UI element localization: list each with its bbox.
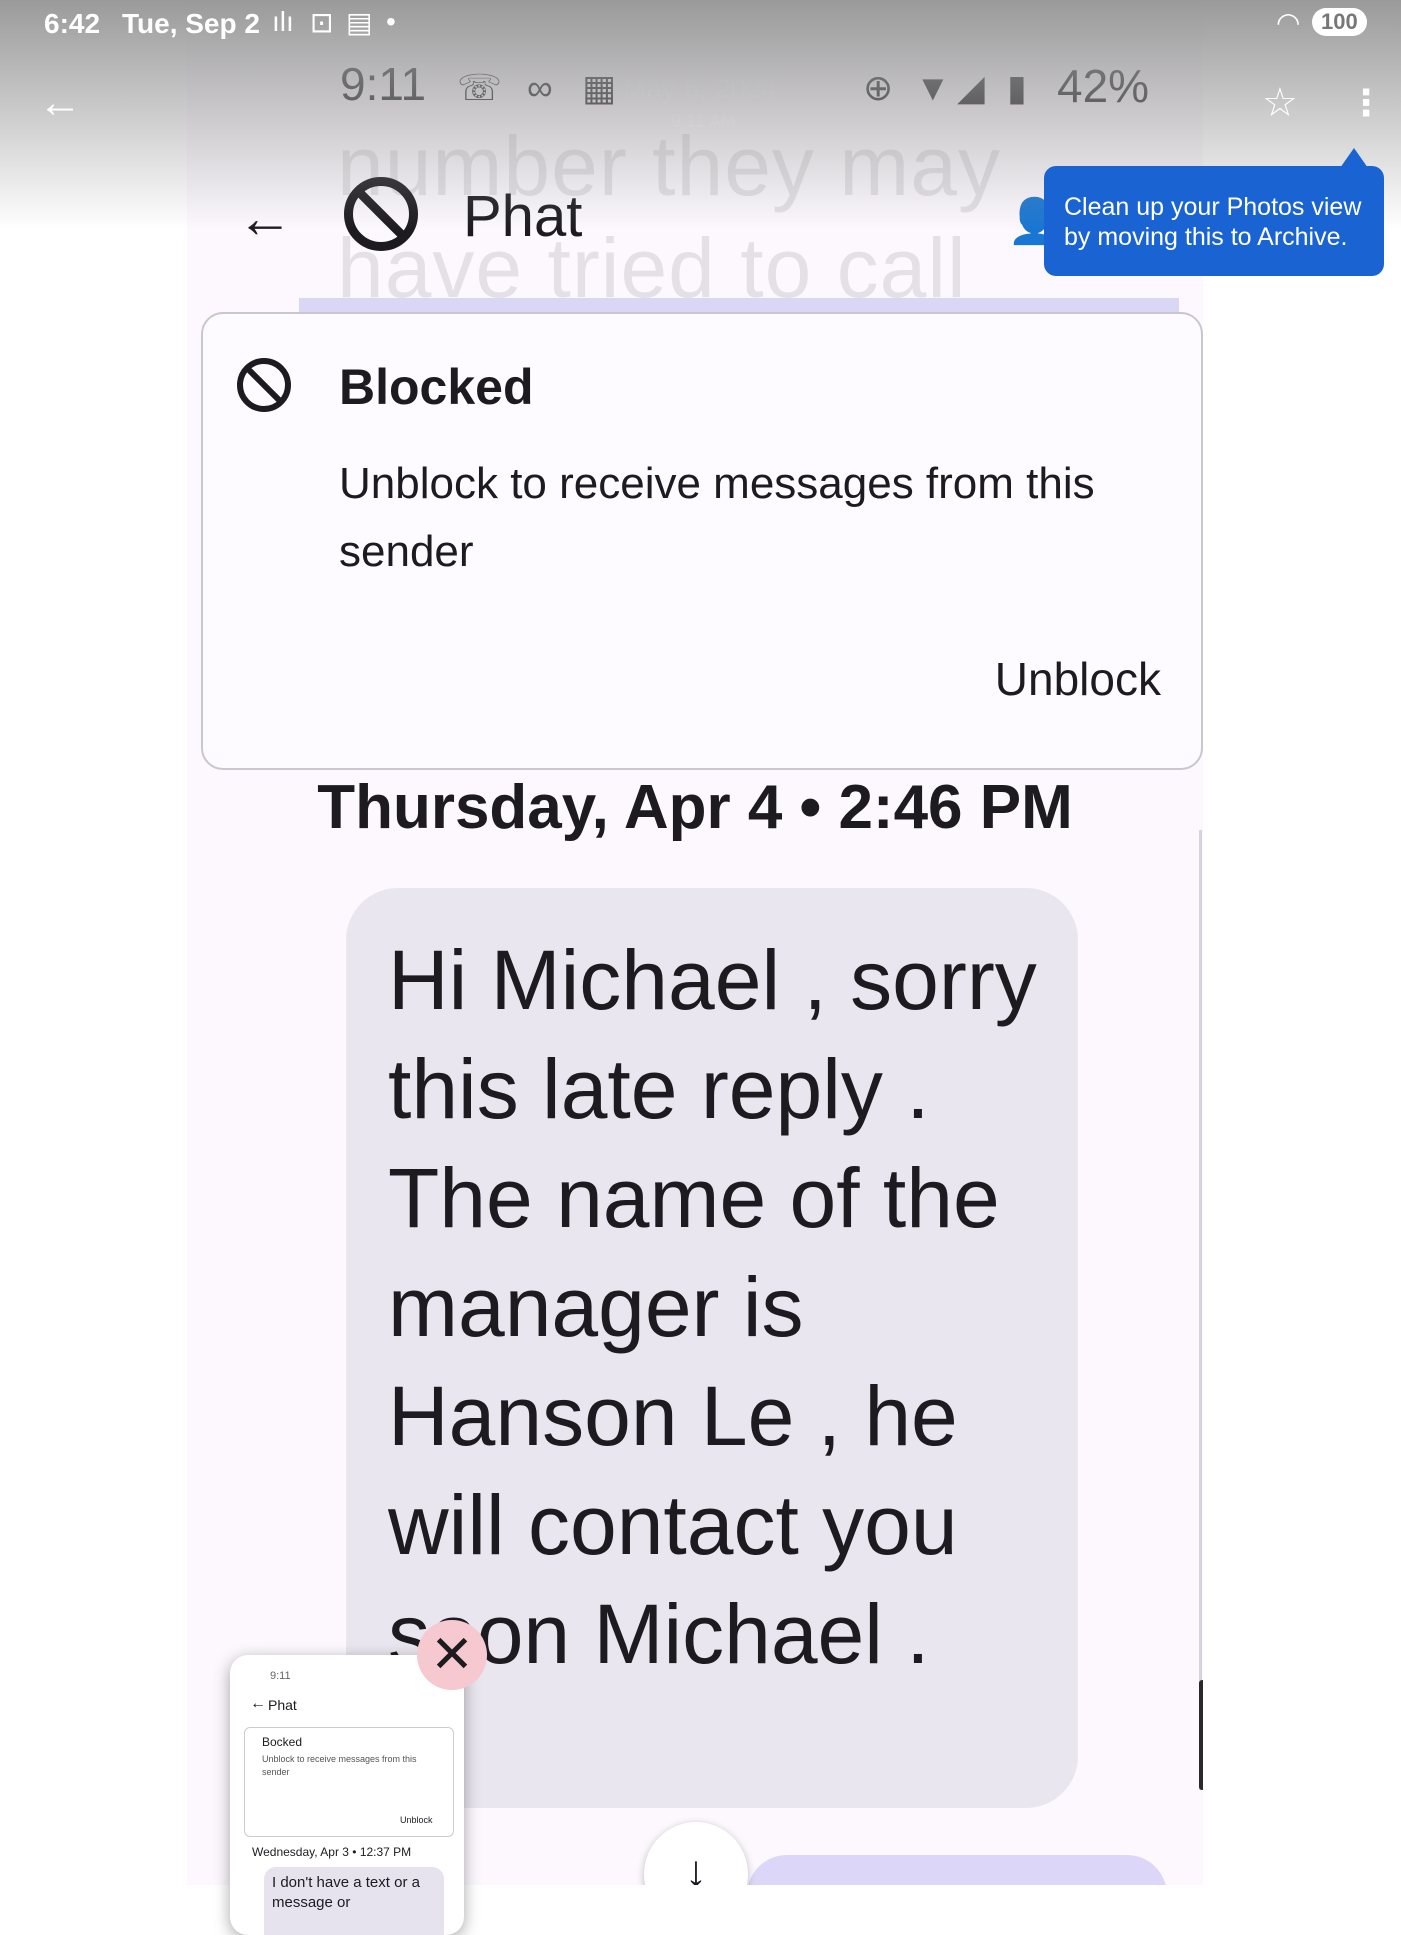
outer-status-date: Tue, Sep 2 [122,8,260,39]
scrollbar-track[interactable] [1199,830,1202,1790]
image-icon: ▦ [582,67,617,108]
outer-status-bar: 6:42 Tue, Sep 2 ılı ⊡ ▤ • ◠ 100 [0,0,1401,52]
scroll-to-bottom-button[interactable]: ↓ [644,1822,748,1885]
voicemail-icon: ∞ [527,67,553,108]
calendar-icon: ▤ [346,7,373,38]
blocked-icon [237,358,291,412]
blocked-body: Unblock to receive messages from this se… [339,459,1095,576]
dot-icon: • [386,6,396,37]
back-arrow-icon[interactable]: ← [237,185,293,250]
wifi-icon: ▼ [915,67,951,108]
data-saver-icon: ⊕ [863,67,894,108]
archive-tooltip[interactable]: Clean up your Photos view by moving this… [1044,148,1384,276]
star-icon[interactable]: ☆ [1262,80,1298,126]
blocked-icon [344,177,418,251]
inner-status-bar: 9:11 ☏ ∞ ▦ May 6, 2024 9:11 AM ⊕ ▼ ◢ ▮ 4… [187,55,1203,131]
blocked-title: Blocked [339,359,534,415]
photo-content: number they may have tried to call 9:11 … [187,0,1203,1885]
arrow-down-icon: ↓ [685,1847,707,1885]
screen-record-icon: ⊡ [310,7,334,38]
outer-status-battery: 100 [1312,8,1367,36]
thumbnail-card-body: Unblock to receive messages from this se… [262,1754,417,1777]
outer-status-time: 6:42 [44,8,101,39]
background-strip [299,298,1179,312]
thumbnail-card-button: Unblock [400,1815,433,1825]
close-thumbnail-button[interactable]: ✕ [417,1620,487,1690]
thumbnail-datestamp: Wednesday, Apr 3 • 12:37 PM [252,1845,412,1859]
missed-call-icon: ☏ [457,67,503,108]
signal-icon: ◢ [957,67,985,108]
inner-status-battery: 42% [1057,60,1150,112]
more-vert-icon[interactable]: ⋮ [1348,82,1384,124]
message-datestamp: Thursday, Apr 4 • 2:46 PM [317,773,1073,842]
inner-status-time: 9:11 [340,58,427,110]
battery-icon: ▮ [1007,67,1027,108]
blocked-card: Blocked Unblock to receive messages from… [201,312,1203,770]
thumbnail-back-icon: ← [250,1695,266,1712]
chart-icon: ılı [272,6,294,37]
close-icon: ✕ [430,1626,474,1684]
thumbnail-card-title: Bocked [262,1735,303,1749]
scrollbar-thumb[interactable] [1199,1680,1203,1790]
message-text: Hi Michael , sorry this late reply . The… [388,933,1037,1681]
thumbnail-message: I don't have a text or a message or [272,1874,420,1911]
contact-name: Phat [463,184,583,249]
unblock-button[interactable]: Unblock [995,652,1161,706]
message-bubble-outgoing [747,1855,1167,1885]
thumbnail-contact-name: Phat [268,1697,297,1713]
photos-back-icon[interactable]: ← [38,78,82,128]
wifi-icon: ◠ [1276,7,1301,38]
inner-status-date: May 6, 2024 [623,73,778,104]
screenshot-thumbnail[interactable]: 9:11 ← Phat Bocked Unblock to receive me… [230,1655,464,1935]
thumbnail-status: 9:11 [270,1670,291,1682]
inner-status-subtime: 9:11 AM [671,111,736,131]
